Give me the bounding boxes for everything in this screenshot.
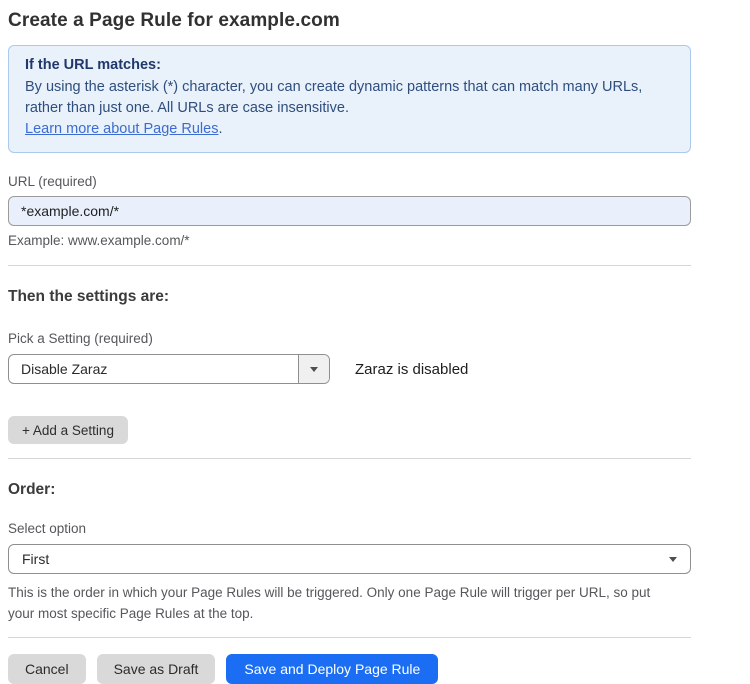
page-title: Create a Page Rule for example.com xyxy=(8,10,691,32)
url-example-hint: Example: www.example.com/* xyxy=(8,233,691,248)
add-setting-button[interactable]: + Add a Setting xyxy=(8,416,128,444)
divider xyxy=(8,637,691,638)
url-field-label: URL (required) xyxy=(8,174,691,189)
learn-more-link[interactable]: Learn more about Page Rules xyxy=(25,121,218,137)
chevron-down-icon xyxy=(310,367,318,372)
divider xyxy=(8,265,691,266)
link-period: . xyxy=(218,121,222,137)
info-box-body: By using the asterisk (*) character, you… xyxy=(25,77,673,119)
url-matches-info-box: If the URL matches: By using the asteris… xyxy=(8,45,691,153)
order-section-heading: Order: xyxy=(8,481,691,499)
cancel-button[interactable]: Cancel xyxy=(8,654,86,684)
save-as-draft-button[interactable]: Save as Draft xyxy=(97,654,216,684)
setting-status-text: Zaraz is disabled xyxy=(355,361,468,378)
settings-section-heading: Then the settings are: xyxy=(8,288,691,306)
setting-select[interactable]: Disable Zaraz xyxy=(8,354,330,384)
url-input[interactable] xyxy=(8,196,691,226)
setting-select-arrow-button[interactable] xyxy=(298,355,329,383)
page-rule-form: Create a Page Rule for example.com If th… xyxy=(0,0,691,684)
order-help-text: This is the order in which your Page Rul… xyxy=(8,582,676,624)
chevron-down-icon xyxy=(669,557,677,562)
order-select[interactable]: First xyxy=(8,544,691,574)
order-select-label: Select option xyxy=(8,521,691,536)
save-and-deploy-button[interactable]: Save and Deploy Page Rule xyxy=(226,654,438,684)
info-box-heading: If the URL matches: xyxy=(25,57,674,73)
order-select-value: First xyxy=(22,551,49,567)
setting-select-value: Disable Zaraz xyxy=(9,355,298,383)
form-actions: Cancel Save as Draft Save and Deploy Pag… xyxy=(8,654,691,684)
pick-setting-label: Pick a Setting (required) xyxy=(8,331,691,346)
info-link-row: Learn more about Page Rules. xyxy=(25,119,674,140)
setting-row: Disable Zaraz Zaraz is disabled xyxy=(8,354,691,384)
divider xyxy=(8,458,691,459)
